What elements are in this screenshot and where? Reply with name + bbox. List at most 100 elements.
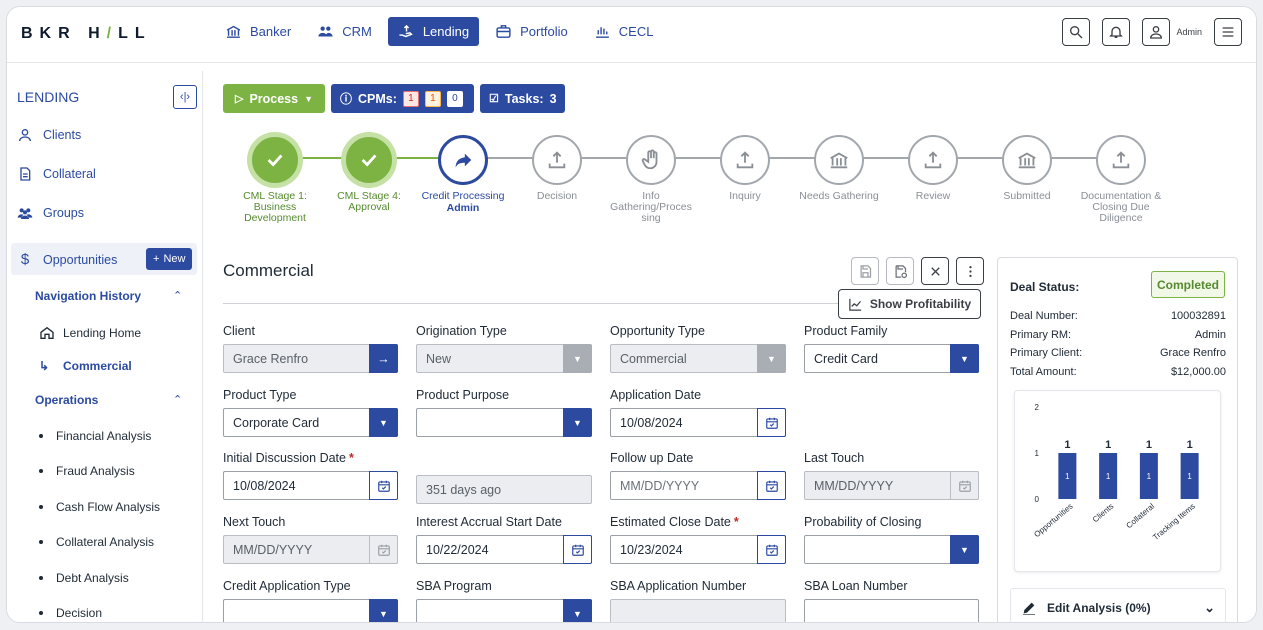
operations-item[interactable]: Decision: [39, 606, 102, 620]
navigation-history-header[interactable]: Navigation History: [35, 289, 141, 303]
main-content: ▷ Process ▼ ⓘ CPMs: 1 1 0 ☑ Tasks: 3 CML…: [211, 71, 1256, 622]
step-cml-stage-1[interactable]: CML Stage 1: Business Development: [225, 135, 325, 224]
step-needs-gathering[interactable]: Needs Gathering: [789, 135, 889, 202]
dropdown-button[interactable]: ▼: [950, 535, 979, 564]
step-decision[interactable]: Decision: [507, 135, 607, 202]
dropdown-button[interactable]: ▼: [950, 344, 979, 373]
caret-down-icon: ▼: [573, 417, 582, 428]
check-icon: [267, 154, 283, 167]
operations-item[interactable]: Collateral Analysis: [39, 535, 154, 549]
sba-loan-number-input[interactable]: [804, 599, 979, 622]
probability-of-closing-select[interactable]: ▼: [804, 535, 979, 564]
origination-type-select[interactable]: New ▼: [416, 344, 592, 373]
product-type-label: Product Type: [223, 388, 297, 402]
search-button[interactable]: [1062, 18, 1091, 46]
close-button[interactable]: [921, 257, 949, 285]
deal-number-row: Deal Number: 100032891: [1010, 310, 1226, 322]
product-type-select[interactable]: Corporate Card ▼: [223, 408, 398, 437]
client-field[interactable]: Grace Renfro →: [223, 344, 398, 373]
document-icon: [20, 167, 31, 181]
collapse-sidebar-button[interactable]: ‹|›: [173, 85, 197, 109]
brand-logo[interactable]: BKR H/LL: [21, 25, 152, 43]
history-item-commercial[interactable]: ↳ Commercial: [39, 359, 132, 373]
client-label: Client: [223, 324, 255, 338]
calendar-button[interactable]: [757, 408, 786, 437]
sba-program-select[interactable]: ▼: [416, 599, 592, 622]
dropdown-button[interactable]: ▼: [563, 599, 592, 622]
estimated-close-date-input[interactable]: 10/23/2024: [610, 535, 786, 564]
follow-up-date-input[interactable]: MM/DD/YYYY: [610, 471, 786, 500]
sidebar-item-label: Collateral: [43, 167, 96, 181]
step-inquiry[interactable]: Inquiry: [695, 135, 795, 202]
step-label: Decision: [536, 190, 578, 202]
step-label: Info Gathering/Proces sing: [610, 190, 692, 224]
opportunity-type-select[interactable]: Commercial ▼: [610, 344, 786, 373]
cpm-orange-badge: 1: [424, 90, 441, 107]
cpms-button[interactable]: ⓘ CPMs: 1 1 0: [331, 84, 474, 113]
sidebar-item-groups[interactable]: Groups: [17, 205, 84, 221]
arrow-right-icon: →: [377, 351, 390, 366]
calendar-button[interactable]: [369, 471, 398, 500]
nav-lending[interactable]: Lending: [387, 17, 480, 46]
chevron-up-icon[interactable]: ⌃: [173, 289, 182, 302]
sidebar-item-collateral[interactable]: Collateral: [17, 166, 96, 182]
user-menu[interactable]: Admin: [1142, 18, 1202, 46]
operations-item[interactable]: Financial Analysis: [39, 429, 151, 443]
nav-portfolio[interactable]: Portfolio: [485, 17, 578, 46]
operations-item[interactable]: Debt Analysis: [39, 571, 129, 585]
step-review[interactable]: Review: [883, 135, 983, 202]
tasks-button[interactable]: ☑ Tasks: 3: [480, 84, 565, 113]
edit-analysis-accordion[interactable]: Edit Analysis (0%) ⌄: [1010, 588, 1226, 622]
calendar-button[interactable]: [757, 471, 786, 500]
operations-item[interactable]: Cash Flow Analysis: [39, 500, 161, 514]
save-button[interactable]: [851, 257, 879, 285]
initial-discussion-date-input[interactable]: 10/08/2024: [223, 471, 398, 500]
product-purpose-select[interactable]: ▼: [416, 408, 592, 437]
menu-button[interactable]: [1214, 18, 1242, 46]
dropdown-button[interactable]: ▼: [369, 408, 398, 437]
step-circle: [720, 135, 770, 185]
checkbox-icon: ☑: [489, 93, 499, 105]
application-date-input[interactable]: 10/08/2024: [610, 408, 786, 437]
dropdown-button[interactable]: ▼: [757, 344, 786, 373]
new-opportunity-button[interactable]: + New: [146, 248, 193, 270]
sidebar-item-clients[interactable]: Clients: [17, 127, 81, 143]
history-item-lending-home[interactable]: Lending Home: [39, 325, 141, 341]
nav-crm[interactable]: CRM: [307, 17, 382, 46]
calendar-button[interactable]: [563, 535, 592, 564]
go-to-client-button[interactable]: →: [369, 344, 398, 373]
dropdown-button[interactable]: ▼: [563, 408, 592, 437]
people-icon: [318, 26, 333, 37]
operations-header[interactable]: Operations: [35, 393, 98, 407]
process-button[interactable]: ▷ Process ▼: [223, 84, 325, 113]
step-submitted[interactable]: Submitted: [977, 135, 1077, 202]
operations-item[interactable]: Fraud Analysis: [39, 464, 135, 478]
calendar-button[interactable]: [757, 535, 786, 564]
y-tick-label: 2: [1035, 403, 1040, 412]
dropdown-button[interactable]: ▼: [369, 599, 398, 622]
step-info-gathering[interactable]: Info Gathering/Proces sing: [601, 135, 701, 224]
chevron-up-icon[interactable]: ⌃: [173, 393, 182, 406]
step-cml-stage-4[interactable]: CML Stage 4: Approval: [319, 135, 419, 213]
dropdown-button[interactable]: ▼: [563, 344, 592, 373]
origination-type-label: Origination Type: [416, 324, 507, 338]
notifications-button[interactable]: [1102, 18, 1131, 46]
product-family-select[interactable]: Credit Card ▼: [804, 344, 979, 373]
operations-item-label: Cash Flow Analysis: [56, 500, 161, 514]
nav-banker[interactable]: Banker: [215, 17, 301, 46]
y-tick-label: 0: [1035, 495, 1040, 504]
caret-down-icon: ▼: [573, 353, 582, 364]
interest-accrual-start-date-input[interactable]: 10/22/2024: [416, 535, 592, 564]
step-documentation[interactable]: Documentation & Closing Due Diligence: [1071, 135, 1171, 224]
step-credit-processing[interactable]: Credit Processing Admin: [413, 135, 513, 214]
credit-application-type-select[interactable]: ▼: [223, 599, 398, 622]
last-touch-placeholder: MM/DD/YYYY: [814, 478, 894, 493]
show-profitability-button[interactable]: Show Profitability: [838, 289, 981, 319]
more-options-button[interactable]: [956, 257, 984, 285]
nav-cecl[interactable]: CECL: [584, 17, 664, 46]
bullet-icon: [39, 434, 43, 438]
sidebar-item-opportunities[interactable]: $ Opportunities: [17, 251, 118, 268]
save-close-button[interactable]: [886, 257, 914, 285]
follow-up-date-label: Follow up Date: [610, 451, 694, 465]
opportunity-type-value: Commercial: [620, 351, 687, 366]
